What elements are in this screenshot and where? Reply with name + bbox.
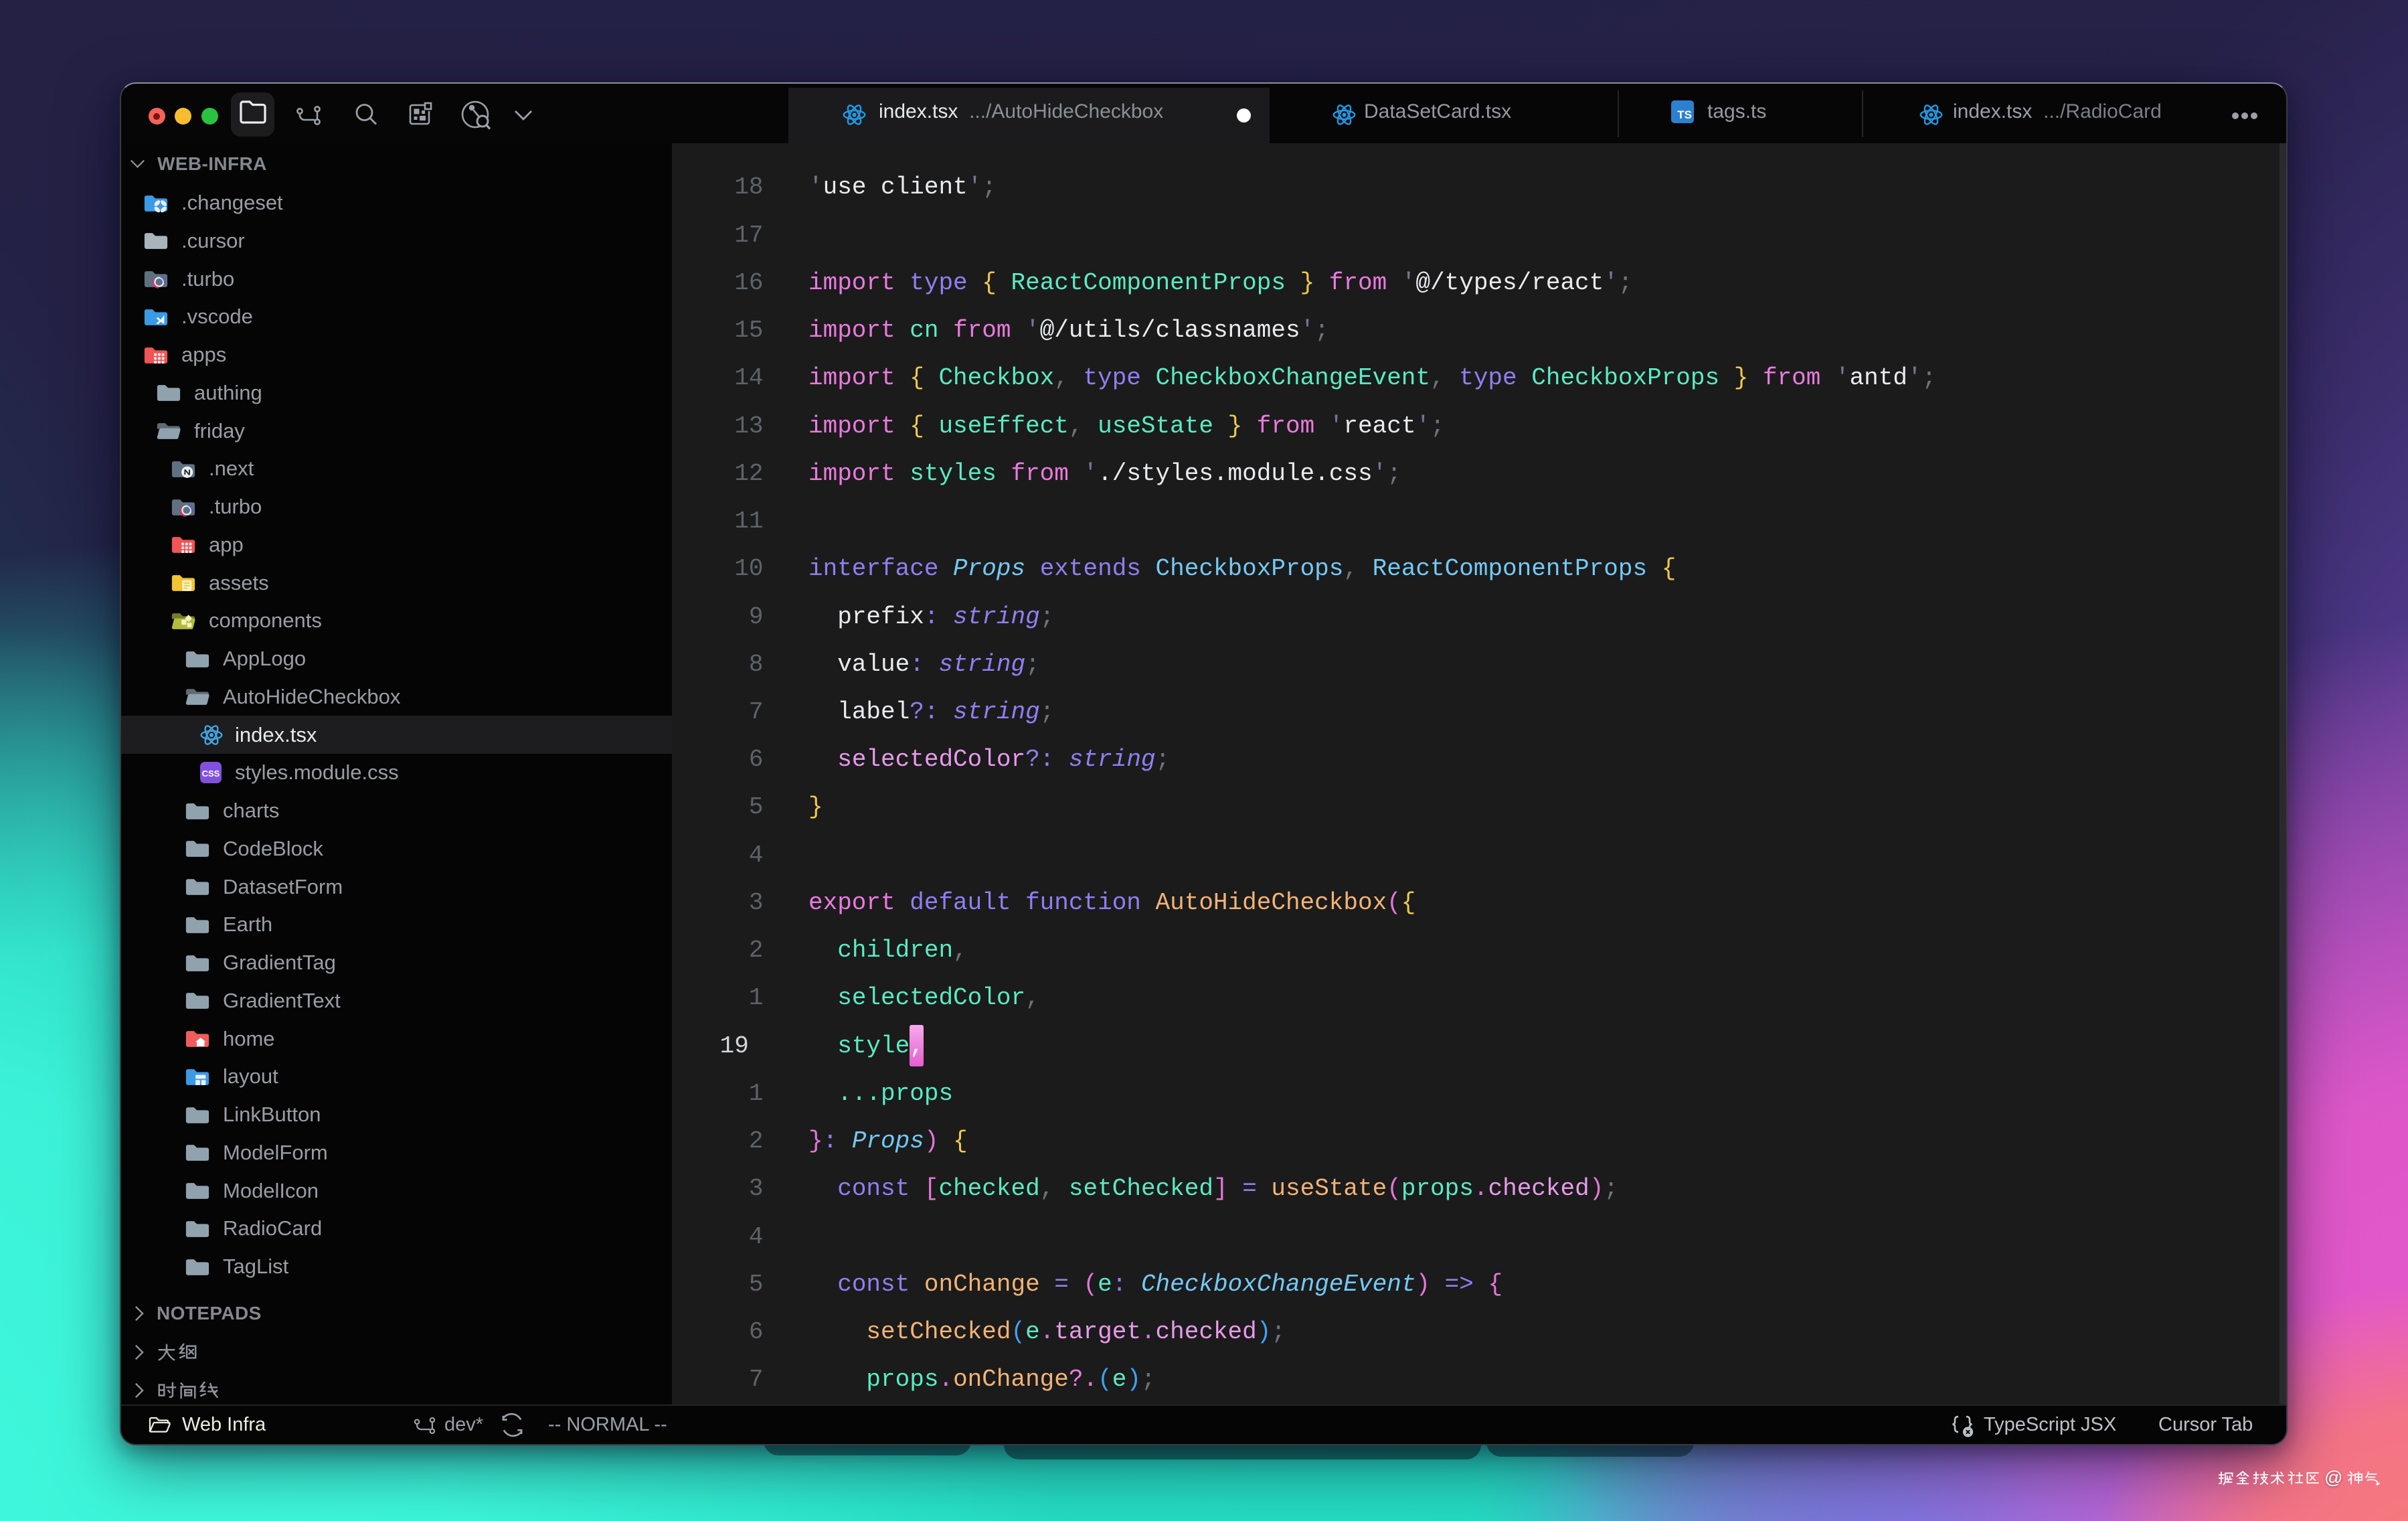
svg-text:CSS: CSS	[202, 769, 220, 779]
